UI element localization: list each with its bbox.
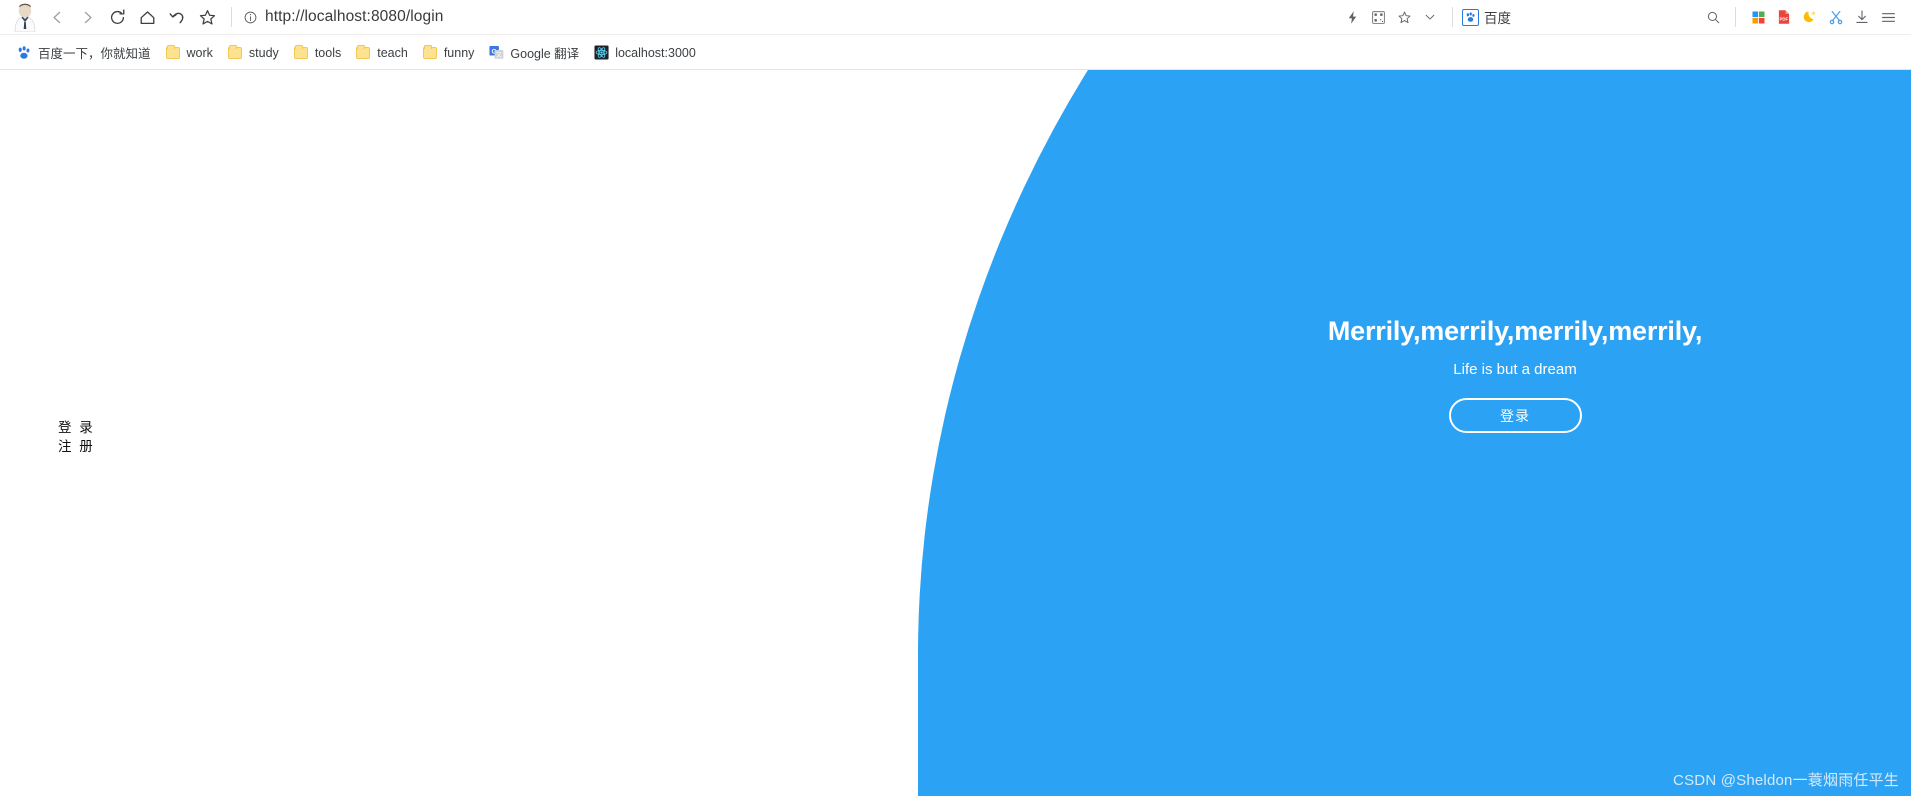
toolbar-divider-3 — [1735, 7, 1736, 27]
toolbar-star-button[interactable] — [1391, 4, 1417, 30]
chevron-left-icon — [52, 11, 60, 23]
star-outline-icon — [199, 9, 215, 25]
user-avatar-icon — [14, 3, 36, 32]
browser-chrome: http://localhost:8080/login 百度 PDF 百度一下，… — [0, 0, 1911, 70]
dark-mode-moon-icon — [1803, 10, 1816, 23]
lightning-button[interactable] — [1339, 4, 1365, 30]
qr-code-icon — [1371, 10, 1385, 24]
register-link[interactable]: 注 册 — [58, 437, 95, 456]
bookmark-label: work — [186, 45, 213, 60]
bookmark-google-translate[interactable]: G 文 Google 翻译 — [481, 40, 586, 65]
folder-icon — [355, 44, 371, 61]
toolbar-divider-2 — [1452, 7, 1453, 27]
download-icon — [1856, 10, 1868, 23]
info-circle-icon — [244, 11, 257, 23]
google-translate-glyph: G 文 — [489, 46, 504, 59]
bookmarks-bar: 百度一下，你就知道 work study tools teach funny G… — [0, 34, 1911, 70]
folder-icon — [293, 44, 309, 61]
paw-glyph — [18, 45, 30, 59]
chevron-right-icon — [84, 11, 92, 23]
avatar[interactable] — [8, 2, 42, 32]
home-icon — [140, 10, 154, 24]
star-outline-icon — [1397, 11, 1411, 23]
bookmark-study[interactable]: study — [220, 42, 286, 64]
undo-arrow-icon — [169, 12, 183, 23]
url-text: http://localhost:8080/login — [265, 8, 444, 25]
hamburger-menu-icon — [1881, 12, 1895, 22]
dark-mode-button[interactable] — [1797, 4, 1823, 30]
bookmark-label: funny — [443, 45, 475, 60]
qr-code-button[interactable] — [1365, 4, 1391, 30]
bookmark-funny[interactable]: funny — [415, 42, 482, 64]
lightning-bolt-icon — [1348, 10, 1356, 24]
react-atom-glyph — [594, 45, 609, 60]
apps-grid-icon — [1752, 11, 1764, 23]
hero-subtitle: Life is but a dream — [1453, 361, 1577, 379]
svg-text:文: 文 — [496, 51, 502, 59]
chevron-down-icon — [1425, 14, 1435, 20]
browser-menu-button[interactable] — [1875, 4, 1901, 30]
pdf-button[interactable]: PDF — [1771, 4, 1797, 30]
search-button[interactable] — [1700, 4, 1726, 30]
hero-login-button[interactable]: 登录 — [1448, 398, 1582, 434]
page-viewport: 登 录 注 册 Merrily,merrily,merrily,merrily,… — [0, 70, 1911, 796]
scissors-icon — [1829, 10, 1843, 25]
bookmark-baidu[interactable]: 百度一下，你就知道 — [9, 40, 158, 65]
apps-button[interactable] — [1745, 4, 1771, 30]
bookmark-localhost-3000[interactable]: localhost:3000 — [586, 42, 703, 64]
screenshot-button[interactable] — [1823, 4, 1849, 30]
csdn-watermark: CSDN @Sheldon一蓑烟雨任平生 — [1673, 772, 1899, 789]
auth-links-group: 登 录 注 册 — [58, 418, 95, 456]
hero-section: Merrily,merrily,merrily,merrily, Life is… — [1195, 315, 1835, 434]
paw-glyph — [1466, 11, 1475, 22]
bookmark-teach[interactable]: teach — [348, 42, 415, 64]
folder-icon — [165, 44, 181, 61]
reload-icon — [110, 8, 124, 24]
google-translate-icon: G 文 — [488, 45, 504, 61]
toolbar-divider — [231, 7, 232, 27]
hero-title: Merrily,merrily,merrily,merrily, — [1327, 316, 1703, 346]
bookmark-label: Google 翻译 — [510, 47, 580, 61]
toolbar-expand-button[interactable] — [1417, 4, 1443, 30]
chrome-bottom-border — [0, 69, 1911, 70]
bookmark-tools[interactable]: tools — [286, 42, 348, 64]
forward-button[interactable] — [72, 2, 102, 32]
undo-button[interactable] — [162, 2, 192, 32]
browser-toolbar: http://localhost:8080/login 百度 PDF — [0, 0, 1911, 34]
reload-button[interactable] — [102, 2, 132, 32]
bookmark-label: tools — [314, 45, 342, 60]
svg-text:PDF: PDF — [1780, 17, 1789, 22]
bookmark-work[interactable]: work — [158, 42, 220, 64]
baidu-paw-icon — [1462, 8, 1479, 26]
downloads-button[interactable] — [1849, 4, 1875, 30]
react-atom-icon — [593, 45, 609, 61]
bookmark-star-button[interactable] — [192, 2, 222, 32]
bookmark-label: study — [248, 45, 279, 60]
baidu-chip-label: 百度 — [1484, 11, 1511, 26]
login-link[interactable]: 登 录 — [58, 418, 95, 437]
folder-icon — [422, 44, 438, 61]
home-button[interactable] — [132, 2, 162, 32]
bookmark-label: 百度一下，你就知道 — [38, 47, 151, 61]
back-button[interactable] — [42, 2, 72, 32]
address-bar[interactable]: http://localhost:8080/login — [243, 8, 444, 26]
bookmark-label: localhost:3000 — [615, 45, 696, 60]
folder-icon — [227, 44, 243, 61]
bookmark-label: teach — [377, 45, 408, 60]
baidu-paw-icon — [16, 45, 32, 61]
pdf-icon: PDF — [1778, 10, 1790, 24]
baidu-search-engine-chip[interactable]: 百度 — [1462, 7, 1511, 27]
search-icon — [1707, 11, 1719, 23]
